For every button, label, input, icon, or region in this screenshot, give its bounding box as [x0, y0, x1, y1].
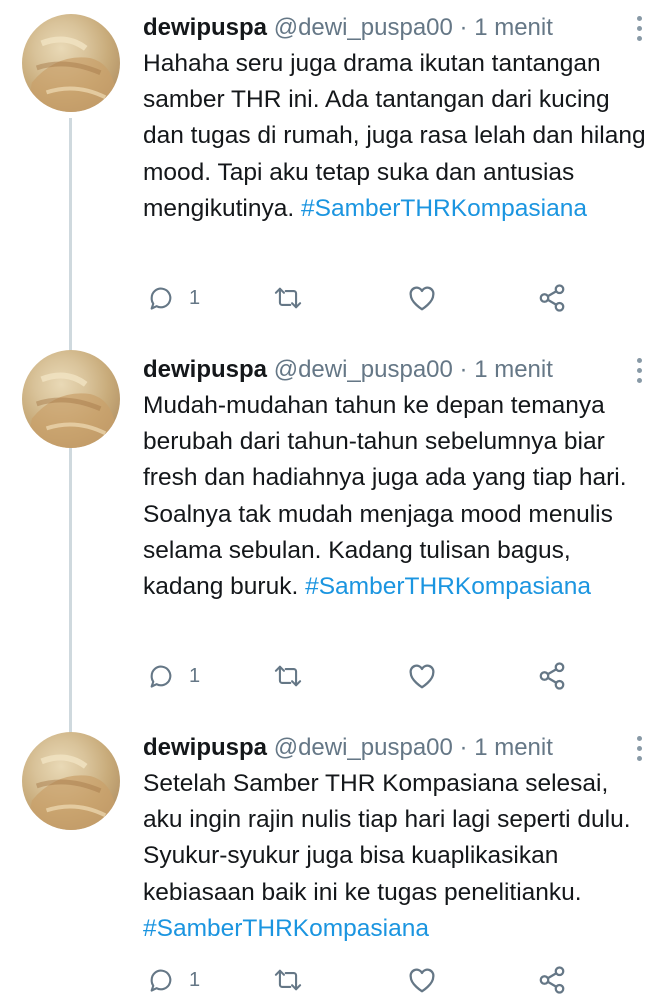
hashtag-link[interactable]: #SamberTHRKompasiana	[143, 915, 429, 942]
author-name[interactable]: dewipuspa	[143, 356, 267, 383]
heart-icon	[409, 968, 435, 993]
reply-button[interactable]: 1	[147, 656, 200, 696]
reply-count: 1	[189, 968, 201, 991]
tweet[interactable]: dewipuspa @dewi_puspa00 · 1 menit Setela…	[0, 728, 667, 1000]
share-icon	[539, 966, 565, 994]
share-icon	[539, 662, 565, 690]
separator-dot: ·	[459, 14, 468, 41]
heart-icon	[409, 664, 435, 689]
share-icon	[539, 284, 565, 312]
avatar[interactable]	[22, 14, 120, 112]
reply-icon	[150, 287, 172, 310]
author-handle[interactable]: @dewi_puspa00	[274, 734, 453, 761]
share-button[interactable]	[537, 278, 567, 318]
avatar[interactable]	[22, 350, 120, 448]
tweet-text-content: Mudah-mudahan tahun ke depan temanya ber…	[143, 392, 627, 601]
reply-icon	[150, 969, 172, 992]
tweet[interactable]: dewipuspa @dewi_puspa00 · 1 menit Mudah-…	[0, 350, 667, 710]
retweet-button[interactable]	[273, 278, 303, 318]
cat-photo-icon	[26, 36, 116, 112]
tweet-text: Setelah Samber THR Kompasiana selesai, a…	[143, 766, 653, 947]
author-name[interactable]: dewipuspa	[143, 734, 267, 761]
author-name[interactable]: dewipuspa	[143, 14, 267, 41]
tweet[interactable]: dewipuspa @dewi_puspa00 · 1 menit Hahaha…	[0, 8, 667, 338]
retweet-button[interactable]	[273, 656, 303, 696]
more-options-button[interactable]	[637, 16, 643, 42]
author-handle[interactable]: @dewi_puspa00	[274, 14, 453, 41]
retweet-icon	[274, 665, 302, 687]
reply-count: 1	[189, 664, 201, 687]
cat-photo-icon	[26, 754, 116, 830]
timestamp[interactable]: 1 menit	[474, 356, 553, 383]
tweet-text-content: Setelah Samber THR Kompasiana selesai, a…	[143, 770, 631, 906]
share-button[interactable]	[537, 960, 567, 1000]
more-vertical-icon	[637, 16, 642, 21]
heart-icon	[409, 286, 435, 311]
reply-count: 1	[189, 286, 201, 309]
tweet-text: Mudah-mudahan tahun ke depan temanya ber…	[143, 388, 653, 605]
timestamp[interactable]: 1 menit	[474, 14, 553, 41]
more-vertical-icon	[637, 358, 642, 363]
tweet-text: Hahaha seru juga drama ikutan tantangan …	[143, 46, 653, 227]
tweet-header: dewipuspa @dewi_puspa00 · 1 menit	[143, 728, 667, 768]
reply-button[interactable]: 1	[147, 960, 200, 1000]
reply-icon	[150, 665, 172, 688]
reply-button[interactable]: 1	[147, 278, 200, 318]
share-button[interactable]	[537, 656, 567, 696]
separator-dot: ·	[459, 356, 468, 383]
tweet-actions: 1	[143, 278, 623, 318]
like-button[interactable]	[407, 960, 437, 1000]
tweet-header: dewipuspa @dewi_puspa00 · 1 menit	[143, 8, 667, 48]
like-button[interactable]	[407, 278, 437, 318]
separator-dot: ·	[459, 734, 468, 761]
retweet-icon	[274, 287, 302, 309]
hashtag-link[interactable]: #SamberTHRKompasiana	[305, 573, 591, 600]
author-handle[interactable]: @dewi_puspa00	[274, 356, 453, 383]
more-vertical-icon	[637, 736, 642, 741]
timestamp[interactable]: 1 menit	[474, 734, 553, 761]
cat-photo-icon	[26, 372, 116, 448]
retweet-button[interactable]	[273, 960, 303, 1000]
tweet-header: dewipuspa @dewi_puspa00 · 1 menit	[143, 350, 667, 390]
tweet-actions: 1	[143, 656, 623, 696]
more-options-button[interactable]	[637, 358, 643, 384]
tweet-actions: 1	[143, 960, 623, 1000]
more-options-button[interactable]	[637, 736, 643, 762]
hashtag-link[interactable]: #SamberTHRKompasiana	[301, 195, 587, 222]
retweet-icon	[274, 969, 302, 991]
avatar[interactable]	[22, 732, 120, 830]
like-button[interactable]	[407, 656, 437, 696]
